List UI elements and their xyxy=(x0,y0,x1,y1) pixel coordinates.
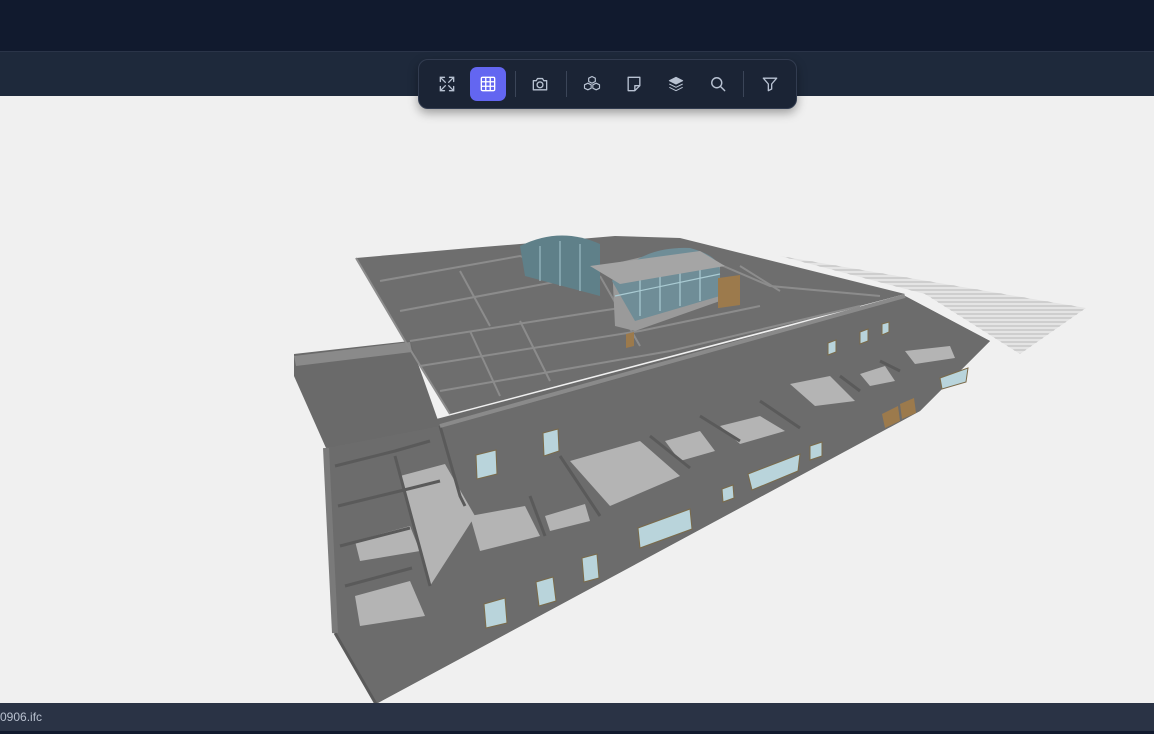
boxes-icon xyxy=(583,75,601,91)
layers-button[interactable] xyxy=(658,67,694,101)
notes-button[interactable] xyxy=(616,67,652,101)
viewer-toolbar xyxy=(418,59,797,109)
3d-viewport[interactable] xyxy=(0,96,1154,703)
toolbar-divider xyxy=(566,71,567,97)
top-app-bar xyxy=(0,0,1154,51)
filter-icon xyxy=(762,77,778,92)
status-bar: 0906.ifc xyxy=(0,703,1154,734)
models-button[interactable] xyxy=(574,67,610,101)
expand-icon xyxy=(439,76,455,92)
filter-button[interactable] xyxy=(752,67,788,101)
search-button[interactable] xyxy=(700,67,736,101)
section-grid-button[interactable] xyxy=(470,67,506,101)
camera-icon xyxy=(532,77,548,91)
building-model xyxy=(294,235,1086,703)
toolbar-divider xyxy=(743,71,744,97)
layers-icon xyxy=(668,76,684,92)
fit-view-button[interactable] xyxy=(429,67,465,101)
search-icon xyxy=(711,77,726,92)
screenshot-button[interactable] xyxy=(522,67,558,101)
grid-icon xyxy=(480,76,496,92)
model-filename: 0906.ifc xyxy=(0,710,43,724)
toolbar-divider xyxy=(515,71,516,97)
door xyxy=(718,274,740,309)
sticky-note-icon xyxy=(627,76,641,92)
